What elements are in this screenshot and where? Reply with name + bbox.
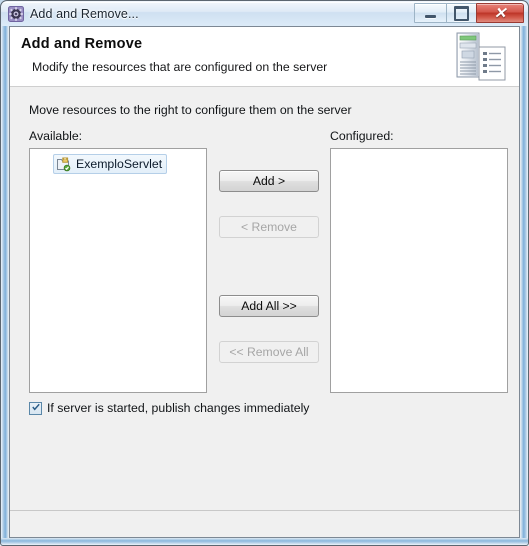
window-bottom-edge [1, 538, 528, 545]
maximize-button[interactable] [446, 3, 477, 23]
close-icon: ✕ [493, 4, 507, 22]
title-bar[interactable]: Add and Remove... ✕ [1, 1, 528, 26]
server-and-document-icon [449, 29, 511, 85]
server-config-gear-icon [8, 5, 24, 22]
footer-button-bar: ? < Back Next > Finish Cancel [10, 511, 519, 537]
add-button[interactable]: Add > [219, 170, 319, 192]
remove-button[interactable]: < Remove [219, 216, 319, 238]
page-subtitle: Modify the resources that are configured… [32, 60, 328, 74]
dialog-client-area: Add and Remove Modify the resources that… [9, 26, 520, 538]
minimize-icon [425, 14, 436, 18]
minimize-button[interactable] [414, 3, 447, 23]
window-controls: ✕ [414, 3, 524, 23]
window-left-edge [1, 26, 9, 546]
configured-label: Configured: [330, 129, 394, 143]
remove-all-button[interactable]: << Remove All [219, 341, 319, 363]
available-label: Available: [29, 129, 83, 143]
dialog-main: Move resources to the right to configure… [10, 87, 519, 537]
page-title: Add and Remove [21, 36, 143, 52]
configured-list[interactable] [330, 148, 508, 393]
list-item[interactable]: ExemploServlet [53, 154, 168, 174]
window-title: Add and Remove... [30, 6, 139, 21]
checkbox-box[interactable] [29, 401, 42, 415]
dialog-window: Add and Remove... ✕ Add and Remove Modif… [0, 0, 529, 546]
close-button[interactable]: ✕ [476, 3, 524, 23]
available-list[interactable]: ExemploServlet [29, 148, 207, 393]
publish-immediately-checkbox[interactable]: If server is started, publish changes im… [29, 401, 309, 415]
checkmark-icon [32, 403, 40, 411]
add-all-button[interactable]: Add All >> [219, 295, 319, 317]
list-item-label: ExemploServlet [76, 157, 163, 171]
instruction-text: Move resources to the right to configure… [29, 103, 352, 117]
window-right-edge [520, 26, 528, 546]
checkbox-label: If server is started, publish changes im… [47, 401, 310, 415]
maximize-icon [454, 5, 469, 21]
wizard-banner: Add and Remove Modify the resources that… [10, 27, 519, 87]
web-project-icon [56, 156, 72, 172]
